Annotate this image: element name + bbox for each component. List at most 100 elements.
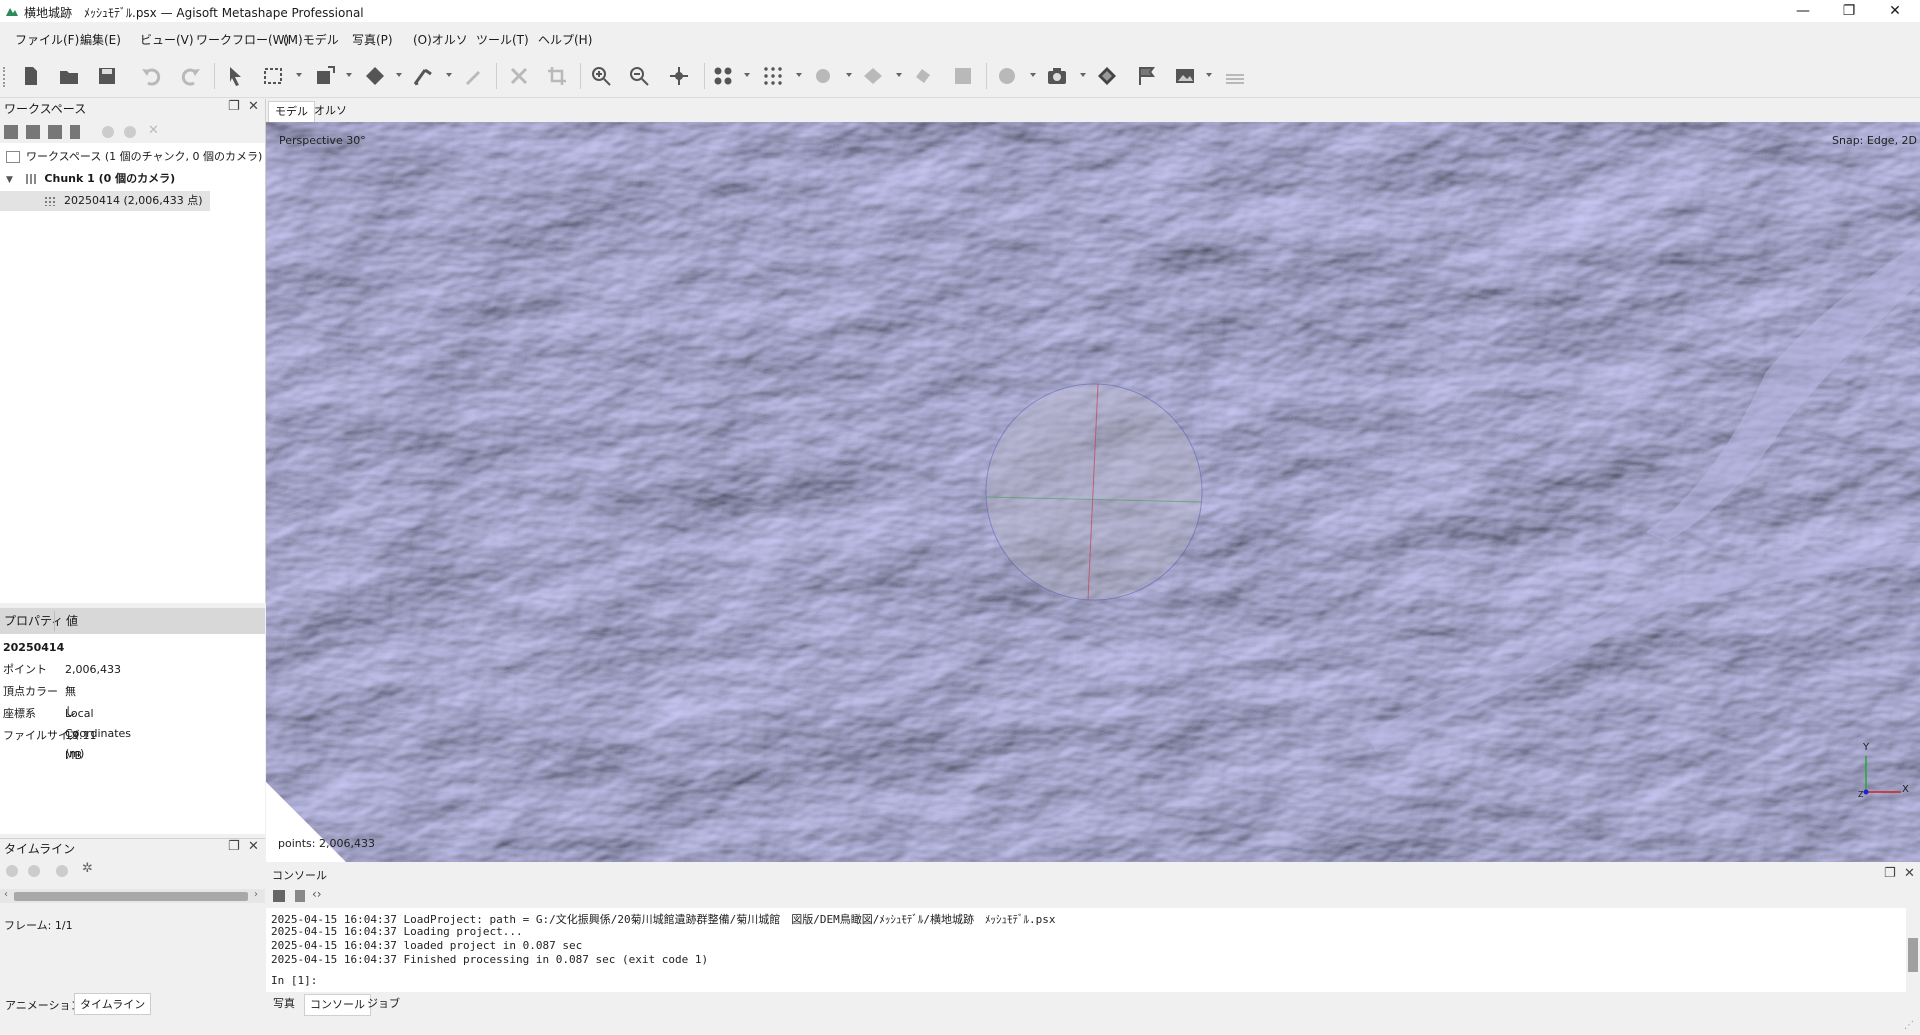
rotate-object-icon[interactable] [362, 63, 388, 89]
resize-grip-icon[interactable]: ⋰ [1904, 1020, 1914, 1031]
run-script-icon[interactable]: ‹› [312, 887, 322, 901]
trackball[interactable] [985, 383, 1203, 601]
dem-icon[interactable] [950, 63, 976, 89]
tie-points-icon[interactable] [810, 63, 836, 89]
draw-polyline-icon[interactable] [460, 63, 486, 89]
dropdown-arrow-icon[interactable] [1080, 73, 1086, 77]
property-key: 座標系 [3, 707, 36, 720]
delete-selection-icon[interactable] [506, 63, 532, 89]
close-panel-icon[interactable]: ✕ [248, 99, 259, 114]
ruler-icon[interactable] [410, 63, 436, 89]
navigation-cursor-icon[interactable] [222, 63, 248, 89]
menu-view[interactable]: ビュー(V) [140, 31, 194, 48]
close-panel-icon[interactable]: ✕ [248, 839, 259, 854]
snap-label: Snap: Edge, 2D [1832, 134, 1918, 147]
add-marker-icon[interactable] [48, 125, 62, 139]
model-viewport[interactable]: Perspective 30° Snap: Edge, 2D points: 2… [266, 122, 1920, 862]
toolbar-grip[interactable] [3, 67, 9, 87]
dropdown-arrow-icon[interactable] [796, 73, 802, 77]
resize-region-icon[interactable] [312, 63, 338, 89]
redo-icon[interactable] [178, 63, 204, 89]
menu-help[interactable]: ヘルプ(H) [538, 31, 592, 48]
zoom-out-icon[interactable] [626, 63, 652, 89]
globe-icon[interactable] [994, 63, 1020, 89]
menu-bar: ファイル(F) 編集(E) ビュー(V) ワークフロー(W) (M)モデル 写真… [0, 27, 1920, 51]
menu-model[interactable]: (M)モデル [283, 31, 339, 48]
menu-photo[interactable]: 写真(P) [352, 31, 393, 48]
save-log-icon[interactable] [273, 890, 285, 902]
open-folder-icon[interactable] [56, 63, 82, 89]
tree-workspace-root[interactable]: ワークスペース (1 個のチャンク, 0 個のカメラ) [6, 147, 262, 167]
scroll-left-icon[interactable]: ‹ [4, 889, 8, 900]
tab-timeline[interactable]: タイムライン [74, 993, 152, 1015]
menu-file[interactable]: ファイル(F) [15, 31, 79, 48]
remove-icon[interactable]: ✕ [148, 123, 159, 138]
tiled-model-icon[interactable] [910, 63, 936, 89]
dropdown-arrow-icon[interactable] [346, 73, 352, 77]
console-output[interactable]: 2025-04-15 16:04:37 LoadProject: path = … [266, 908, 1906, 992]
property-value: 19.11 MB [65, 729, 97, 762]
dropdown-arrow-icon[interactable] [846, 73, 852, 77]
tree-chunk[interactable]: ▼ Chunk 1 (0 個のカメラ) [6, 169, 175, 189]
maximize-button[interactable]: ❐ [1826, 0, 1872, 22]
point-cloud-icon[interactable] [760, 63, 786, 89]
zoom-in-icon[interactable] [588, 63, 614, 89]
clear-log-icon[interactable] [295, 890, 305, 902]
dropdown-arrow-icon[interactable] [296, 73, 302, 77]
console-title: コンソール [272, 869, 327, 882]
add-photos-icon[interactable] [26, 125, 40, 139]
timeline-settings-icon[interactable]: ✲ [82, 861, 93, 876]
tab-ortho[interactable]: オルソ [308, 101, 353, 121]
tree-point-cloud-item[interactable]: 20250414 (2,006,433 点) [0, 191, 210, 211]
add-chunk-icon[interactable] [4, 125, 18, 139]
markers-flag-icon[interactable] [1134, 63, 1160, 89]
reset-view-icon[interactable] [666, 63, 692, 89]
menu-ortho[interactable]: (O)オルソ [413, 31, 468, 48]
dropdown-arrow-icon[interactable] [1206, 73, 1212, 77]
expand-arrow-icon[interactable]: ▼ [6, 175, 13, 185]
dropdown-arrow-icon[interactable] [1030, 73, 1036, 77]
menu-workflow[interactable]: ワークフロー(W) [196, 31, 289, 48]
minimize-button[interactable]: — [1780, 0, 1826, 22]
console-prompt[interactable]: In [1]: [271, 974, 317, 987]
tab-console[interactable]: コンソール [304, 994, 371, 1016]
float-panel-icon[interactable]: ❐ [1884, 866, 1896, 881]
console-scrollbar[interactable] [1906, 908, 1920, 992]
column-divider[interactable] [54, 611, 55, 631]
new-file-icon[interactable] [18, 63, 44, 89]
timeline-scroll-thumb[interactable] [14, 892, 248, 901]
menu-tools[interactable]: ツール(T) [476, 31, 529, 48]
model-shaded-icon[interactable] [860, 63, 886, 89]
image-overlay-icon[interactable] [1172, 63, 1198, 89]
timeline-scrollbar[interactable]: ‹ › [0, 889, 265, 903]
show-cameras-icon[interactable] [710, 63, 736, 89]
menu-edit[interactable]: 編集(E) [80, 31, 121, 48]
stop-icon[interactable] [56, 865, 68, 877]
layers-icon[interactable] [1222, 63, 1248, 89]
undo-icon[interactable] [138, 63, 164, 89]
record-icon[interactable] [28, 865, 40, 877]
disable-icon[interactable] [124, 126, 136, 138]
crop-selection-icon[interactable] [544, 63, 570, 89]
float-panel-icon[interactable]: ❐ [228, 99, 240, 114]
dropdown-arrow-icon[interactable] [446, 73, 452, 77]
dropdown-arrow-icon[interactable] [896, 73, 902, 77]
add-scalebar-icon[interactable] [70, 125, 80, 139]
tab-photos[interactable]: 写真 [268, 994, 300, 1014]
float-panel-icon[interactable]: ❐ [228, 839, 240, 854]
play-icon[interactable] [6, 865, 18, 877]
timeline-title: タイムライン [4, 842, 76, 856]
shape-layer-icon[interactable] [1094, 63, 1120, 89]
console-scroll-thumb[interactable] [1908, 938, 1918, 972]
tab-jobs[interactable]: ジョブ [362, 994, 405, 1014]
scroll-right-icon[interactable]: › [254, 889, 258, 900]
tab-animation[interactable]: アニメーション [2, 995, 85, 1015]
dropdown-arrow-icon[interactable] [744, 73, 750, 77]
save-icon[interactable] [94, 63, 120, 89]
dropdown-arrow-icon[interactable] [396, 73, 402, 77]
close-panel-icon[interactable]: ✕ [1904, 866, 1915, 881]
enable-icon[interactable] [102, 126, 114, 138]
close-button[interactable]: ✕ [1872, 0, 1918, 22]
rectangle-selection-icon[interactable] [260, 63, 286, 89]
camera-icon[interactable] [1044, 63, 1070, 89]
